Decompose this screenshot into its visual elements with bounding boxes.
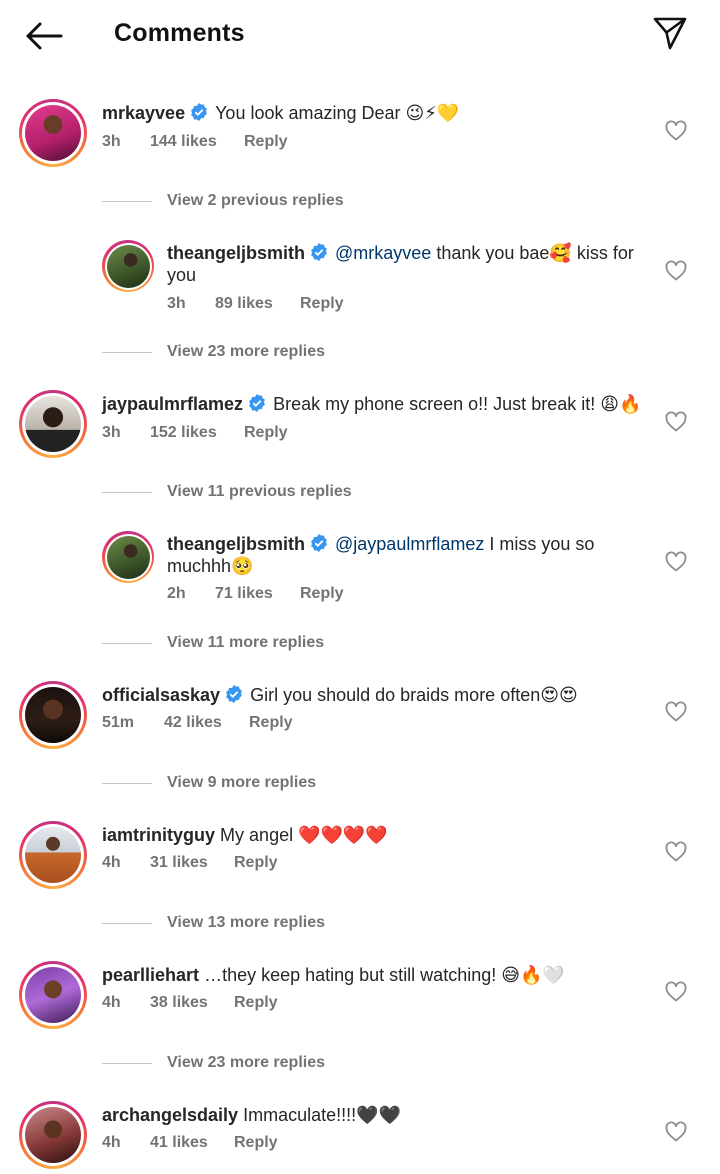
comment-time: 3h <box>102 424 121 441</box>
comment-time: 4h <box>102 1134 121 1151</box>
comment-body-continued: you <box>167 265 197 285</box>
view-replies-button[interactable]: View 11 previous replies <box>102 483 352 501</box>
like-heart-icon[interactable] <box>664 259 688 283</box>
comment-body: thank you bae🥰 kiss for <box>431 243 634 263</box>
comment-body-continued: muchhh🥺 <box>167 556 254 576</box>
view-replies-button[interactable]: View 2 previous replies <box>102 192 344 210</box>
mention-link[interactable]: @mrkayvee <box>335 243 431 263</box>
avatar[interactable] <box>19 821 87 889</box>
verified-badge-icon <box>249 394 265 412</box>
avatar[interactable] <box>19 961 87 1029</box>
reply-button[interactable]: Reply <box>300 585 344 603</box>
like-heart-icon[interactable] <box>664 840 688 864</box>
view-replies-button[interactable]: View 23 more replies <box>102 343 325 361</box>
avatar[interactable] <box>102 531 154 583</box>
comment-time: 3h <box>167 295 186 312</box>
comment-likes[interactable]: 42 likes <box>164 714 249 732</box>
comment-body: …they keep hating but still watching! 😅🔥… <box>204 965 565 985</box>
comment-username[interactable]: jaypaulmrflamez <box>102 394 243 414</box>
avatar[interactable] <box>19 390 87 458</box>
comment-time: 2h <box>167 585 186 602</box>
share-button[interactable] <box>650 13 690 53</box>
comment-username[interactable]: pearlliehart <box>102 965 199 985</box>
avatar[interactable] <box>19 681 87 749</box>
comment-likes[interactable]: 41 likes <box>150 1134 234 1152</box>
paper-plane-icon <box>653 17 687 50</box>
reply-button[interactable]: Reply <box>300 295 344 313</box>
comment-likes[interactable]: 71 likes <box>215 585 300 603</box>
comment-body: Immaculate!!!!🖤🖤 <box>243 1105 401 1125</box>
like-heart-icon[interactable] <box>664 980 688 1004</box>
reply-button[interactable]: Reply <box>234 1134 278 1152</box>
view-replies-button[interactable]: View 13 more replies <box>102 914 325 932</box>
comment-username[interactable]: theangeljbsmith <box>167 243 305 263</box>
reply-button[interactable]: Reply <box>244 424 288 442</box>
back-button[interactable] <box>22 16 66 56</box>
comment-username[interactable]: archangelsdaily <box>102 1105 238 1125</box>
like-heart-icon[interactable] <box>664 410 688 434</box>
mention-link[interactable]: @jaypaulmrflamez <box>335 534 484 554</box>
comment-likes[interactable]: 31 likes <box>150 854 234 872</box>
header-bar: Comments <box>0 0 720 70</box>
comment-body: You look amazing Dear 😉⚡💛 <box>215 103 460 123</box>
comment-body: Girl you should do braids more often😍😍 <box>250 685 578 705</box>
comment-body: My angel ❤️❤️❤️❤️ <box>220 825 388 845</box>
verified-badge-icon <box>311 534 327 552</box>
comment-time: 3h <box>102 133 121 150</box>
comment-body: Break my phone screen o!! Just break it!… <box>273 394 642 414</box>
view-replies-button[interactable]: View 9 more replies <box>102 774 316 792</box>
verified-badge-icon <box>226 685 242 703</box>
comment-time: 51m <box>102 714 135 731</box>
like-heart-icon[interactable] <box>664 119 688 143</box>
comment-likes[interactable]: 89 likes <box>215 295 300 313</box>
avatar[interactable] <box>19 99 87 167</box>
reply-button[interactable]: Reply <box>234 994 278 1012</box>
avatar[interactable] <box>102 240 154 292</box>
like-heart-icon[interactable] <box>664 1120 688 1144</box>
page-title: Comments <box>114 19 245 47</box>
reply-button[interactable]: Reply <box>249 714 293 732</box>
comment-likes[interactable]: 144 likes <box>150 133 244 151</box>
avatar[interactable] <box>19 1101 87 1169</box>
verified-badge-icon <box>191 103 207 121</box>
comment-time: 4h <box>102 994 121 1011</box>
like-heart-icon[interactable] <box>664 700 688 724</box>
reply-button[interactable]: Reply <box>234 854 278 872</box>
like-heart-icon[interactable] <box>664 550 688 574</box>
verified-badge-icon <box>311 243 327 261</box>
comment-username[interactable]: officialsaskay <box>102 685 220 705</box>
comment-body: I miss you so <box>484 534 595 554</box>
comment-username[interactable]: theangeljbsmith <box>167 534 305 554</box>
comment-likes[interactable]: 152 likes <box>150 424 244 442</box>
comment-username[interactable]: iamtrinityguy <box>102 825 215 845</box>
arrow-left-icon <box>26 22 63 50</box>
comment-likes[interactable]: 38 likes <box>150 994 234 1012</box>
reply-button[interactable]: Reply <box>244 133 288 151</box>
view-replies-button[interactable]: View 23 more replies <box>102 1054 325 1072</box>
comment-username[interactable]: mrkayvee <box>102 103 185 123</box>
view-replies-button[interactable]: View 11 more replies <box>102 634 324 652</box>
comment-time: 4h <box>102 854 121 871</box>
